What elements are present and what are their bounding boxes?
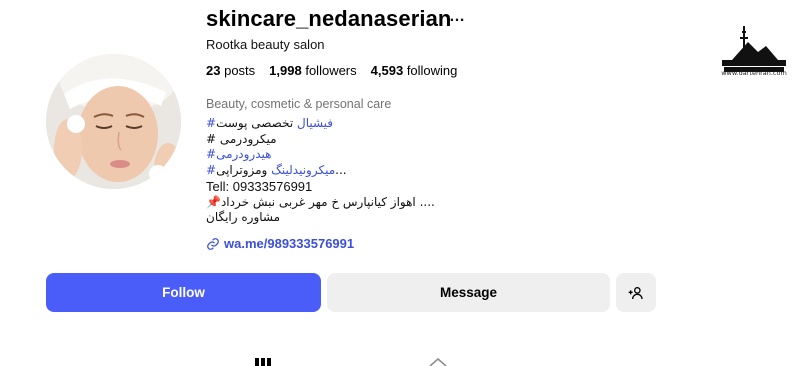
following-stat[interactable]: 4,593 following: [371, 63, 458, 78]
bio-text: اهواز کیانپارس خ مهر غربی نبش خرداد ....: [220, 194, 435, 209]
watermark-caption: www.dartehran.com: [721, 69, 787, 77]
hashtag-link[interactable]: #هیدرودرمی: [206, 147, 271, 161]
bio-line-phone: Tell: 09333576991: [206, 178, 313, 194]
posts-grid-icon[interactable]: [254, 358, 272, 366]
posts-count: 23: [206, 63, 221, 78]
bio-line-4: #میکرونیدلینگ ومزوتراپی...: [206, 163, 435, 179]
suggested-users-button[interactable]: [616, 273, 656, 312]
avatar-image: [46, 54, 181, 189]
profile-full-name: Rootka beauty salon: [206, 37, 325, 52]
profile-username: skincare_nedanaserian: [206, 6, 452, 31]
profile-link[interactable]: wa.me/989333576991: [206, 236, 354, 251]
more-options-icon[interactable]: …: [449, 8, 465, 26]
link-text: wa.me/989333576991: [224, 236, 355, 251]
pushpin-icon: 📌: [206, 194, 221, 209]
follow-button[interactable]: Follow: [46, 273, 321, 312]
bio-line-1: #فیشیال تخصصی پوست: [206, 116, 435, 132]
followers-count: 1,998: [269, 63, 302, 78]
bio-line-7: مشاوره رایگان: [206, 210, 281, 225]
profile-stats: 23 posts 1,998 followers 4,593 following: [206, 63, 457, 78]
posts-label: posts: [224, 63, 256, 78]
profile-bio: #فیشیال تخصصی پوست # میکرودرمی #هیدرودرم…: [206, 116, 435, 226]
bio-line-3: #هیدرودرمی: [206, 147, 435, 163]
message-button[interactable]: Message: [327, 273, 610, 312]
link-icon: [207, 237, 219, 250]
profile-avatar[interactable]: [46, 54, 181, 189]
profile-category: Beauty, cosmetic & personal care: [206, 97, 392, 111]
tagged-icon[interactable]: [428, 358, 448, 366]
add-user-icon: [628, 286, 643, 299]
followers-stat[interactable]: 1,998 followers: [269, 63, 356, 78]
bio-line-2: # میکرودرمی: [206, 131, 277, 146]
bio-line-address: 📌اهواز کیانپارس خ مهر غربی نبش خرداد ...…: [206, 195, 435, 211]
followers-label: followers: [305, 63, 357, 78]
following-label: following: [406, 63, 458, 78]
following-count: 4,593: [370, 63, 404, 78]
bio-text: تخصصی پوست: [216, 116, 297, 130]
posts-stat: 23 posts: [206, 63, 255, 78]
